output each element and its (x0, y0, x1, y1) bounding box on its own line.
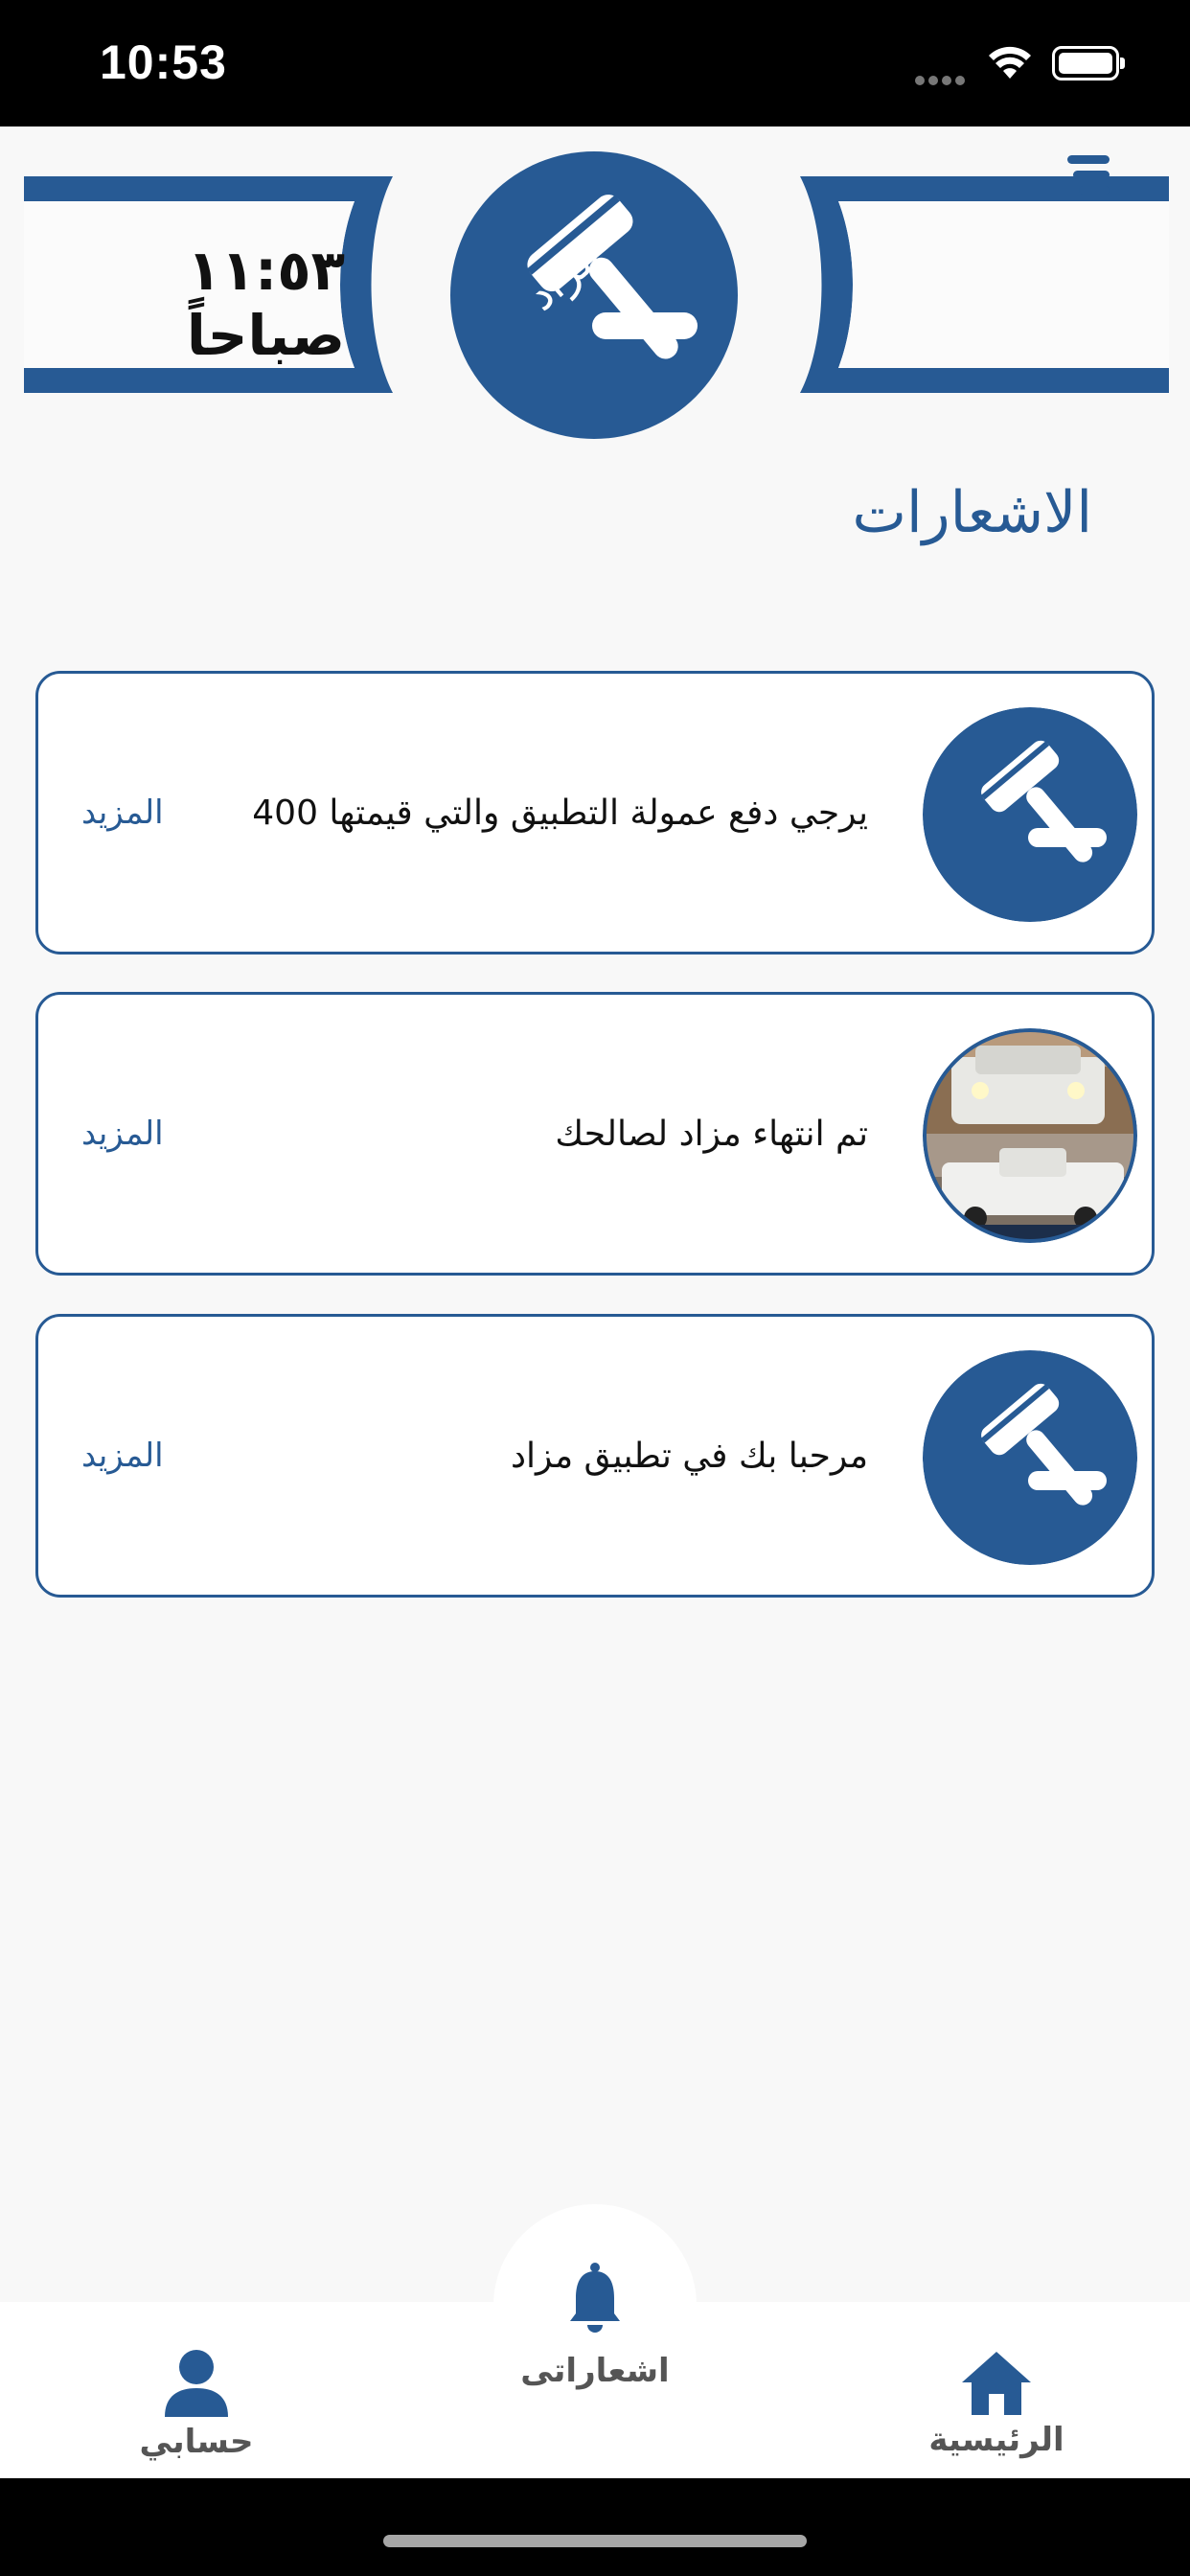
status-time: 10:53 (100, 35, 227, 89)
notification-thumb-car-photo (923, 1028, 1137, 1243)
wifi-icon (989, 46, 1031, 79)
battery-icon (1052, 46, 1125, 80)
notification-card[interactable]: تم انتهاء مزاد لصالحك المزيد (35, 992, 1155, 1276)
tab-account-label: حسابي (139, 2423, 254, 2461)
notification-message: مرحبا بك في تطبيق مزاد (510, 1436, 868, 1476)
app-logo: مزاد (450, 151, 738, 439)
status-bar: 10:53 (0, 0, 1190, 126)
user-icon (165, 2350, 228, 2417)
bell-icon (570, 2263, 620, 2333)
page-title: الاشعارات (852, 479, 1092, 546)
more-link[interactable]: المزيد (81, 1317, 164, 1595)
more-link[interactable]: المزيد (81, 674, 164, 952)
bottom-safe-area (0, 2478, 1190, 2576)
tab-notifications-label: اشعاراتى (520, 2352, 670, 2390)
notification-message: تم انتهاء مزاد لصالحك (555, 1114, 868, 1154)
tab-home-label: الرئيسية (928, 2421, 1064, 2459)
home-icon (962, 2352, 1031, 2415)
menu-icon[interactable] (1054, 146, 1121, 203)
signal-icon (915, 71, 969, 89)
notification-card[interactable]: يرجي دفع عمولة التطبيق والتي قيمتها 400 … (35, 671, 1155, 954)
tab-notifications[interactable]: اشعاراتى (498, 2262, 692, 2390)
more-link[interactable]: المزيد (81, 995, 164, 1273)
notification-card[interactable]: مرحبا بك في تطبيق مزاد المزيد (35, 1314, 1155, 1598)
notification-message: يرجي دفع عمولة التطبيق والتي قيمتها 400 (252, 793, 868, 833)
tab-account[interactable]: حسابي (101, 2348, 292, 2461)
home-indicator[interactable] (383, 2535, 807, 2547)
notification-thumb-logo (923, 707, 1137, 922)
notification-thumb-logo (923, 1350, 1137, 1565)
tab-home[interactable]: الرئيسية (901, 2348, 1092, 2459)
header-clock: ١١:٥٣ صباحاً (186, 238, 345, 368)
